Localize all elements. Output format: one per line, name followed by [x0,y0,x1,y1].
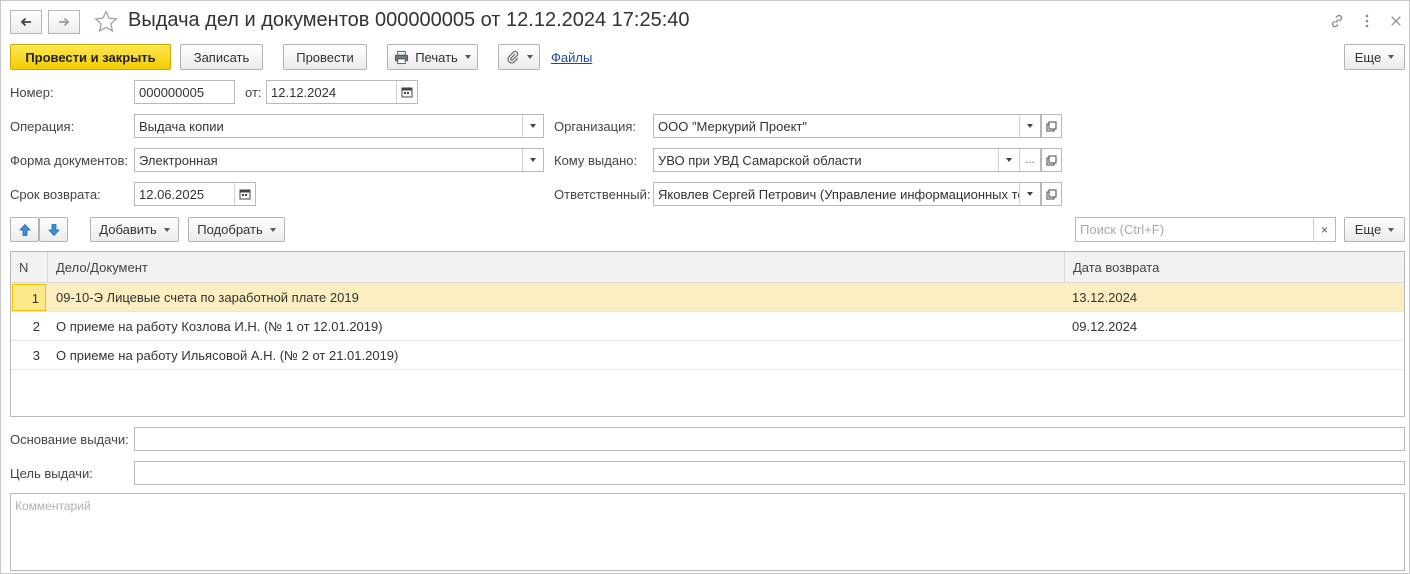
save-button[interactable]: Записать [180,44,263,70]
arrow-down-icon [47,223,60,236]
chevron-down-icon[interactable] [998,149,1019,171]
chevron-down-icon[interactable] [1019,115,1040,137]
add-button[interactable]: Добавить [90,217,179,242]
open-window-icon [1046,121,1057,131]
post-button[interactable]: Провести [283,44,367,70]
link-icon[interactable] [1328,12,1346,30]
row-number: 3 [32,348,40,363]
operation-value: Выдача копии [139,118,224,134]
pick-button[interactable]: Подобрать [188,217,285,242]
table-more-button[interactable]: Еще [1344,217,1405,242]
comment-textarea[interactable]: Комментарий [10,493,1405,571]
row-document: О приеме на работу Ильясовой А.Н. (№ 2 о… [56,348,399,363]
documents-table[interactable]: N Дело/Документ Дата возврата 1 09-10-Э … [10,251,1405,417]
issued-to-label: Кому выдано: [554,153,638,168]
row-number: 1 [12,284,46,311]
arrow-right-icon [59,17,70,27]
number-label: Номер: [10,85,54,100]
operation-label: Операция: [10,119,75,134]
open-responsible-button[interactable] [1041,182,1062,206]
row-number: 2 [32,319,40,334]
doc-form-value: Электронная [139,152,218,168]
forward-button[interactable] [48,10,80,34]
return-label: Срок возврата: [10,187,101,202]
table-row[interactable]: 3 О приеме на работу Ильясовой А.Н. (№ 2… [11,341,1404,370]
search-input[interactable]: Поиск (Ctrl+F) × [1075,217,1336,242]
issued-to-select[interactable]: УВО при УВД Самарской области ... [653,148,1041,172]
paperclip-icon [506,50,518,64]
close-icon[interactable] [1387,12,1405,30]
organization-select[interactable]: ООО "Меркурий Проект" [653,114,1041,138]
post-and-close-button[interactable]: Провести и закрыть [10,44,171,70]
page-title: Выдача дел и документов 000000005 от 12.… [128,9,690,31]
date-label: от: [245,85,262,100]
more-label: Еще [1354,49,1382,65]
arrow-up-icon [18,223,31,236]
chevron-down-icon[interactable] [522,115,543,137]
table-header: N Дело/Документ Дата возврата [11,252,1404,283]
pick-label: Подобрать [197,222,263,237]
basis-label: Основание выдачи: [10,432,129,447]
row-document: 09-10-Э Лицевые счета по заработной плат… [56,290,359,305]
print-button[interactable]: Печать [387,44,478,70]
move-down-button[interactable] [39,217,68,242]
return-date-field[interactable]: 12.06.2025 [134,182,256,206]
chevron-down-icon[interactable] [522,149,543,171]
operation-select[interactable]: Выдача копии [134,114,544,138]
column-header-document[interactable]: Дело/Документ [47,252,1064,283]
responsible-select[interactable]: Яковлев Сергей Петрович (Управление инфо… [653,182,1041,206]
organization-value: ООО "Меркурий Проект" [658,118,807,134]
open-window-icon [1046,155,1057,165]
open-window-icon [1046,189,1057,199]
doc-form-select[interactable]: Электронная [134,148,544,172]
row-return-date: 13.12.2024 [1072,290,1138,305]
open-organization-button[interactable] [1041,114,1062,138]
print-label: Печать [415,49,458,65]
clear-search-icon[interactable]: × [1313,218,1335,241]
number-field[interactable]: 000000005 [134,80,235,104]
responsible-label: Ответственный: [554,187,651,202]
table-row[interactable]: 2 О приеме на работу Козлова И.Н. (№ 1 о… [11,312,1404,341]
number-value: 000000005 [139,84,205,100]
column-header-return-date[interactable]: Дата возврата [1064,252,1404,283]
row-return-date: 09.12.2024 [1072,319,1138,334]
purpose-label: Цель выдачи: [10,466,93,481]
calendar-icon[interactable] [234,183,255,205]
files-link[interactable]: Файлы [551,50,592,65]
doc-form-label: Форма документов: [10,153,129,168]
move-up-button[interactable] [10,217,39,242]
row-document: О приеме на работу Козлова И.Н. (№ 1 от … [56,319,383,334]
table-row[interactable]: 1 09-10-Э Лицевые счета по заработной пл… [11,283,1404,312]
responsible-value: Яковлев Сергей Петрович (Управление инфо… [658,186,1019,202]
add-label: Добавить [99,222,157,237]
star-icon[interactable] [93,9,119,35]
table-more-label: Еще [1354,222,1382,237]
search-placeholder: Поиск (Ctrl+F) [1080,222,1165,237]
document-window: Выдача дел и документов 000000005 от 12.… [0,0,1410,574]
chevron-down-icon[interactable] [1019,183,1040,205]
column-header-n[interactable]: N [11,252,47,283]
ellipsis-icon[interactable]: ... [1019,149,1040,171]
attach-button[interactable] [498,44,540,70]
calendar-icon[interactable] [396,81,417,103]
printer-icon [395,50,409,64]
basis-input[interactable] [134,427,1405,451]
open-issued-to-button[interactable] [1041,148,1062,172]
back-button[interactable] [10,10,42,34]
return-value: 12.06.2025 [139,186,205,202]
purpose-input[interactable] [134,461,1405,485]
more-button[interactable]: Еще [1344,44,1405,70]
date-field[interactable]: 12.12.2024 [266,80,418,104]
date-value: 12.12.2024 [271,84,337,100]
organization-label: Организация: [554,119,637,134]
comment-placeholder: Комментарий [15,499,91,513]
issued-to-value: УВО при УВД Самарской области [658,152,862,168]
more-vertical-icon[interactable] [1358,12,1376,30]
arrow-left-icon [20,17,31,27]
